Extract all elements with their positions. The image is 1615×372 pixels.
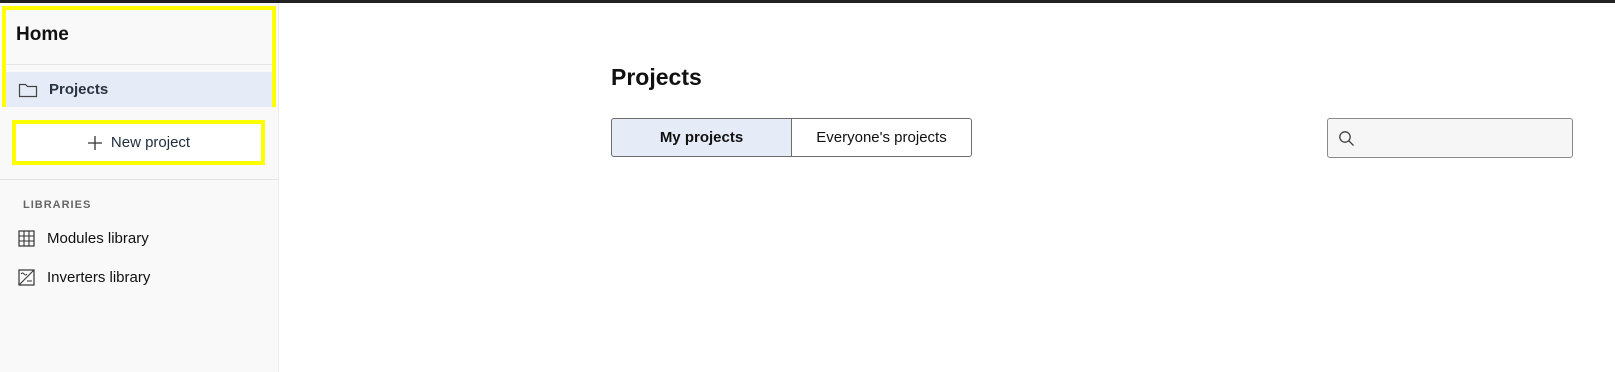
home-section: Home Projects [2, 6, 276, 107]
sidebar: Home Projects New project LIBRARIES Modu… [0, 3, 279, 372]
tab-everyones-projects[interactable]: Everyone's projects [792, 118, 972, 157]
sidebar-item-label: Projects [49, 81, 109, 98]
plus-icon [87, 135, 103, 151]
grid-icon [18, 230, 35, 247]
divider [0, 179, 278, 180]
divider [6, 64, 272, 65]
page-title: Projects [611, 64, 702, 90]
folder-icon [18, 82, 38, 98]
tab-my-projects[interactable]: My projects [611, 118, 792, 157]
home-title: Home [16, 24, 69, 45]
search-icon [1338, 130, 1355, 147]
new-project-button[interactable]: New project [16, 124, 261, 161]
sidebar-item-label: Inverters library [47, 269, 151, 286]
search-input[interactable] [1362, 125, 1566, 153]
sidebar-item-projects[interactable]: Projects [6, 72, 272, 107]
new-project-highlight: New project [12, 120, 265, 165]
sidebar-item-modules-library[interactable]: Modules library [0, 224, 276, 254]
new-project-label: New project [110, 134, 191, 151]
project-scope-tabs: My projects Everyone's projects [611, 118, 972, 157]
libraries-heading: LIBRARIES [23, 199, 92, 211]
search-box [1327, 118, 1573, 158]
inverter-icon [18, 269, 35, 286]
sidebar-item-label: Modules library [47, 230, 149, 247]
sidebar-item-inverters-library[interactable]: Inverters library [0, 263, 276, 293]
